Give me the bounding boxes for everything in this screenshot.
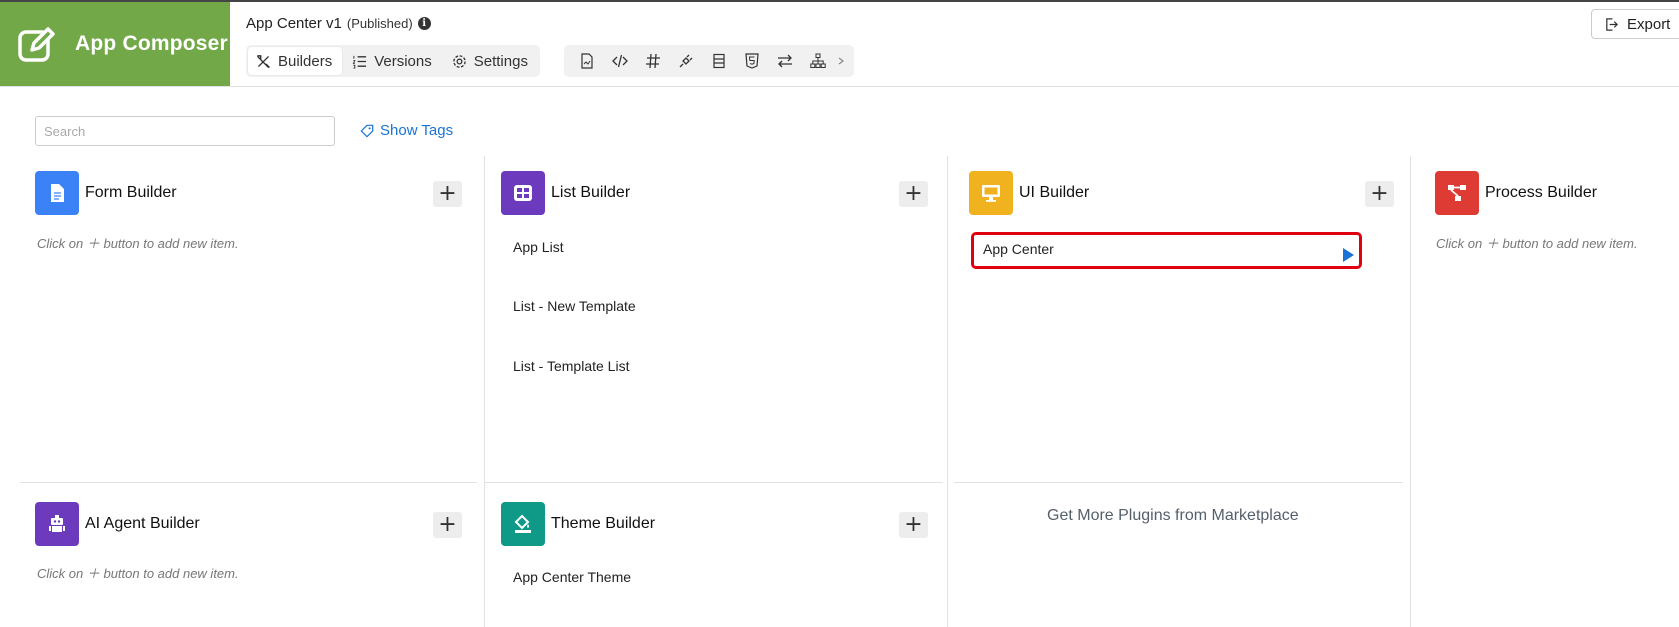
tools-icon (257, 54, 270, 68)
robot-icon (35, 502, 79, 546)
process-builder-title: Process Builder (1485, 184, 1598, 201)
list-item[interactable]: List - Template List (513, 358, 629, 374)
process-builder-header: Process Builder (1435, 171, 1597, 215)
process-flow-icon (1435, 171, 1479, 215)
tab-settings[interactable]: Settings (444, 47, 538, 75)
app-name-label: App Center v1 (246, 15, 342, 32)
tab-settings-label: Settings (473, 52, 528, 70)
export-button[interactable]: Export (1591, 9, 1679, 39)
list-item[interactable]: App List (513, 239, 564, 255)
header-divider (0, 86, 1679, 87)
numbered-list-icon (352, 55, 367, 69)
empty-hint: Click on ＋ button to add new item. (1436, 236, 1638, 251)
selected-ui-item[interactable]: App Center (971, 232, 1362, 269)
chevron-right-icon[interactable] (834, 47, 848, 75)
empty-hint: Click on ＋ button to add new item. (37, 236, 239, 251)
theme-item[interactable]: App Center Theme (513, 569, 631, 585)
edit-square-icon (15, 23, 57, 65)
plugin-icon[interactable] (669, 47, 702, 75)
theme-builder-title: Theme Builder (551, 515, 656, 532)
list-item[interactable]: List - New Template (513, 298, 636, 314)
marketplace-link[interactable]: Get More Plugins from Marketplace (1047, 507, 1299, 525)
list-builder-title: List Builder (551, 184, 631, 201)
empty-hint: Click on ＋ button to add new item. (37, 566, 239, 581)
gear-icon (452, 54, 466, 68)
ai-agent-builder-header: AI Agent Builder (35, 502, 200, 546)
list-builder-header: List Builder (501, 171, 630, 215)
ui-item-label: App Center (983, 241, 1054, 257)
html5-icon[interactable] (735, 47, 768, 75)
brand-bar[interactable]: App Composer (0, 2, 230, 86)
document-icon (35, 171, 79, 215)
search-input[interactable] (35, 116, 335, 146)
form-builder-header: Form Builder (35, 171, 177, 215)
table-icon (501, 171, 545, 215)
row-divider (954, 482, 1403, 483)
document-icon[interactable] (570, 47, 603, 75)
info-icon[interactable]: i (417, 17, 431, 30)
export-label: Export (1627, 15, 1671, 33)
row-divider (484, 482, 943, 483)
column-divider (484, 156, 485, 627)
column-divider (947, 156, 948, 627)
builder-toolbar (564, 45, 854, 77)
ui-builder-title: UI Builder (1019, 184, 1090, 201)
tab-versions[interactable]: Versions (344, 47, 442, 75)
play-icon[interactable] (1343, 248, 1354, 262)
nav-tabs: Builders Versions Settings (246, 45, 540, 77)
brand-title: App Composer (75, 32, 228, 55)
hash-icon[interactable] (636, 47, 669, 75)
code-icon[interactable] (603, 47, 636, 75)
show-tags-label: Show Tags (380, 122, 454, 139)
tag-icon (360, 124, 374, 138)
list-icon[interactable] (702, 47, 735, 75)
theme-builder-header: Theme Builder (501, 502, 655, 546)
monitor-icon (969, 171, 1013, 215)
tab-builders-label: Builders (278, 52, 333, 70)
app-status: (Published) (346, 16, 413, 31)
add-ai-agent-button[interactable]: + (433, 512, 462, 538)
export-icon (1606, 17, 1618, 31)
form-builder-title: Form Builder (85, 184, 177, 201)
ui-builder-header: UI Builder (969, 171, 1089, 215)
ai-agent-builder-title: AI Agent Builder (85, 515, 200, 532)
tab-versions-label: Versions (374, 52, 432, 70)
add-form-button[interactable]: + (433, 181, 462, 207)
app-name: App Center v1 (Published) i (246, 15, 431, 32)
column-divider (1410, 156, 1411, 627)
add-theme-button[interactable]: + (899, 512, 928, 538)
sitemap-icon[interactable] (801, 47, 834, 75)
show-tags-link[interactable]: Show Tags (360, 122, 453, 139)
top-border (0, 0, 1679, 2)
paint-bucket-icon (501, 502, 545, 546)
row-divider (20, 482, 477, 483)
add-list-button[interactable]: + (899, 181, 928, 207)
swap-icon[interactable] (768, 47, 801, 75)
tab-builders[interactable]: Builders (248, 47, 343, 75)
add-ui-button[interactable]: + (1365, 181, 1394, 207)
